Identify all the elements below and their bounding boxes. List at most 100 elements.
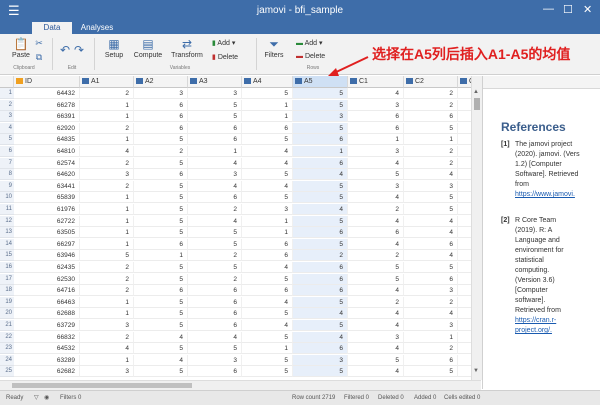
table-cell[interactable]: 4: [293, 169, 348, 181]
table-cell[interactable]: 1: [80, 204, 134, 215]
table-cell[interactable]: 5: [134, 262, 188, 273]
table-cell[interactable]: 3: [404, 320, 458, 331]
table-cell[interactable]: 6: [293, 262, 348, 273]
row-number[interactable]: 16: [0, 262, 14, 273]
table-cell[interactable]: 6: [242, 250, 293, 262]
row-number[interactable]: 9: [0, 180, 14, 192]
table-cell[interactable]: 6: [134, 238, 188, 250]
scroll-up-icon[interactable]: ▲: [473, 89, 479, 95]
table-cell[interactable]: 3: [293, 111, 348, 123]
table-cell[interactable]: 5: [242, 366, 293, 378]
row-number[interactable]: 10: [0, 192, 14, 204]
column-header-a3[interactable]: A3: [188, 76, 242, 88]
maximize-icon[interactable]: ☐: [563, 3, 573, 16]
row-number[interactable]: 25: [0, 366, 14, 378]
table-cell[interactable]: [458, 355, 471, 366]
table-cell[interactable]: [458, 146, 471, 157]
table-cell[interactable]: 6: [188, 320, 242, 331]
table-cell[interactable]: [458, 285, 471, 297]
table-cell[interactable]: 4: [242, 180, 293, 192]
filter-toggle-icon[interactable]: ▽: [34, 391, 39, 405]
table-cell[interactable]: 61976: [14, 204, 80, 215]
column-header-id[interactable]: ID: [14, 76, 80, 88]
table-cell[interactable]: 5: [134, 192, 188, 204]
table-cell[interactable]: 4: [80, 343, 134, 355]
table-cell[interactable]: 1: [80, 192, 134, 204]
table-cell[interactable]: 4: [242, 146, 293, 157]
vertical-scrollbar[interactable]: ▲ ▼: [471, 76, 482, 380]
row-number[interactable]: 6: [0, 146, 14, 157]
row-number[interactable]: 4: [0, 122, 14, 134]
table-cell[interactable]: 64835: [14, 134, 80, 146]
table-cell[interactable]: 3: [293, 354, 348, 366]
table-cell[interactable]: 63946: [14, 250, 80, 262]
row-number[interactable]: 3: [0, 111, 14, 123]
table-cell[interactable]: 5: [348, 354, 404, 366]
table-cell[interactable]: 4: [188, 180, 242, 192]
table-cell[interactable]: 5: [80, 250, 134, 262]
table-cell[interactable]: 1: [80, 111, 134, 123]
table-cell[interactable]: 63729: [14, 320, 80, 331]
table-cell[interactable]: 2: [348, 296, 404, 308]
table-cell[interactable]: [458, 158, 471, 169]
reference-link[interactable]: https://cran.r-: [515, 316, 600, 326]
table-cell[interactable]: 4: [293, 308, 348, 320]
paste-button[interactable]: 📋 Paste: [6, 38, 36, 60]
table-cell[interactable]: 2: [80, 180, 134, 192]
table-cell[interactable]: 4: [242, 262, 293, 273]
close-icon[interactable]: ✕: [583, 3, 592, 16]
undo-button[interactable]: ↶: [58, 44, 72, 58]
table-cell[interactable]: 6: [404, 238, 458, 250]
table-cell[interactable]: 5: [242, 331, 293, 343]
table-cell[interactable]: 2: [80, 331, 134, 343]
table-cell[interactable]: 4: [348, 320, 404, 331]
add-row-button[interactable]: ▬ Add ▾: [296, 39, 332, 47]
add-variable-button[interactable]: ▮ Add ▾: [212, 39, 248, 47]
table-cell[interactable]: 5: [134, 366, 188, 378]
table-cell[interactable]: 5: [242, 308, 293, 320]
table-cell[interactable]: 5: [242, 134, 293, 146]
table-cell[interactable]: 6: [348, 122, 404, 134]
table-cell[interactable]: 2: [134, 146, 188, 157]
table-cell[interactable]: 5: [293, 122, 348, 134]
table-cell[interactable]: 5: [188, 99, 242, 111]
table-cell[interactable]: 4: [293, 204, 348, 215]
table-cell[interactable]: 5: [134, 157, 188, 169]
table-cell[interactable]: [458, 227, 471, 239]
table-cell[interactable]: 5: [134, 320, 188, 331]
row-number[interactable]: 17: [0, 273, 14, 285]
table-cell[interactable]: 1: [242, 215, 293, 227]
scroll-thumb[interactable]: [474, 98, 480, 110]
table-cell[interactable]: [458, 123, 471, 134]
table-cell[interactable]: 4: [348, 215, 404, 227]
table-cell[interactable]: 5: [293, 366, 348, 378]
table-cell[interactable]: 2: [80, 122, 134, 134]
table-cell[interactable]: 2: [188, 204, 242, 215]
table-cell[interactable]: [458, 343, 471, 355]
table-cell[interactable]: 5: [348, 169, 404, 181]
tab-analyses[interactable]: Analyses: [74, 22, 120, 34]
table-cell[interactable]: 6: [293, 273, 348, 285]
table-cell[interactable]: 5: [242, 88, 293, 99]
table-cell[interactable]: 1: [80, 215, 134, 227]
column-header-c3[interactable]: C3: [458, 76, 471, 88]
row-number[interactable]: 21: [0, 320, 14, 331]
row-number[interactable]: 5: [0, 134, 14, 146]
table-cell[interactable]: 5: [188, 262, 242, 273]
table-cell[interactable]: 3: [80, 169, 134, 181]
table-cell[interactable]: 6: [404, 273, 458, 285]
table-cell[interactable]: 64532: [14, 343, 80, 355]
table-cell[interactable]: 6: [404, 354, 458, 366]
table-cell[interactable]: 5: [188, 111, 242, 123]
row-number[interactable]: 18: [0, 285, 14, 297]
table-cell[interactable]: [458, 100, 471, 111]
table-cell[interactable]: [458, 366, 471, 378]
table-cell[interactable]: 2: [293, 250, 348, 262]
table-cell[interactable]: 5: [134, 273, 188, 285]
table-cell[interactable]: 6: [293, 157, 348, 169]
table-cell[interactable]: 2: [80, 285, 134, 297]
table-cell[interactable]: 1: [242, 343, 293, 355]
table-cell[interactable]: 64810: [14, 146, 80, 157]
table-cell[interactable]: 1: [80, 227, 134, 239]
row-number[interactable]: 20: [0, 308, 14, 320]
